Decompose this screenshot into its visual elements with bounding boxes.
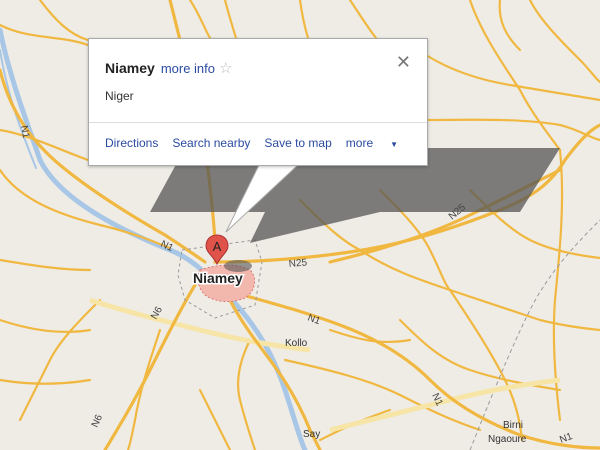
town-label-say: Say <box>303 429 320 440</box>
infowindow-title-row: Niamey more info ☆ <box>105 59 232 78</box>
star-icon[interactable]: ☆ <box>219 60 232 77</box>
chevron-down-icon: ▼ <box>390 140 399 149</box>
city-label-niamey: Niamey <box>193 270 243 286</box>
place-name: Niamey <box>105 60 155 76</box>
town-label-kollo: Kollo <box>285 338 308 349</box>
road-label-n1: N1 <box>18 125 31 140</box>
directions-link[interactable]: Directions <box>105 136 158 150</box>
infowindow-actions: Directions Search nearby Save to map more ▼ <box>105 136 426 150</box>
place-country: Niger <box>105 89 134 103</box>
infowindow: Niamey more info ☆ ✕ Niger Directions Searc… <box>88 38 428 166</box>
town-label-ngaoure: Ngaoure <box>488 434 527 445</box>
save-to-map-link[interactable]: Save to map <box>264 136 331 150</box>
infowindow-divider <box>89 122 427 123</box>
close-icon[interactable]: ✕ <box>396 53 411 71</box>
search-nearby-link[interactable]: Search nearby <box>172 136 250 150</box>
town-label-birni: Birni <box>503 420 523 431</box>
more-info-link[interactable]: more info <box>161 61 215 76</box>
road-label-n25: N25 <box>288 257 308 270</box>
more-menu-link[interactable]: more ▼ <box>346 136 412 150</box>
more-label: more <box>345 136 374 150</box>
marker-letter: A <box>213 239 222 254</box>
